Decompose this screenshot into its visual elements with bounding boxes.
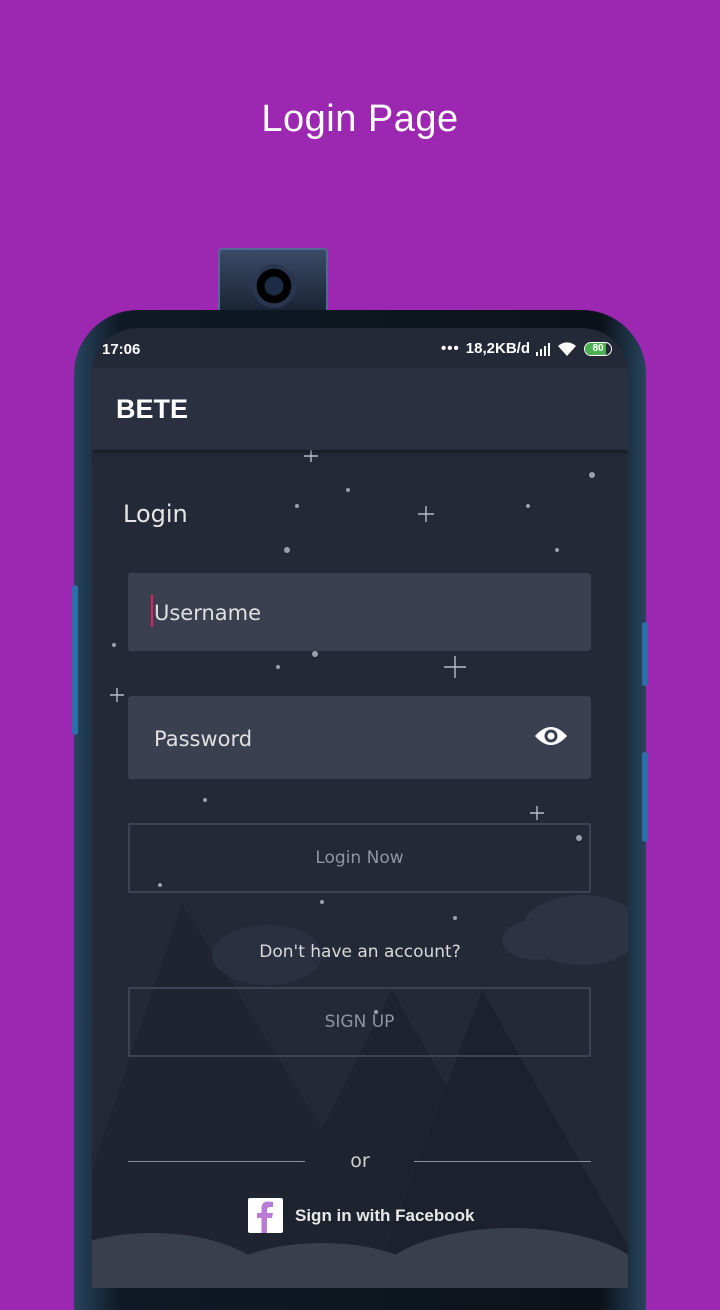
network-speed: 18,2KB/d (465, 340, 530, 357)
eye-icon[interactable] (533, 722, 569, 750)
facebook-signin-label: Sign in with Facebook (295, 1205, 475, 1225)
facebook-signin-button[interactable]: Sign in with Facebook (248, 1198, 474, 1233)
status-indicators: ••• 18,2KB/d 80 (441, 340, 612, 357)
phone-screen: 17:06 ••• 18,2KB/d 80 BETE Login Usernam… (92, 328, 628, 1288)
battery-icon: 80 (584, 341, 612, 356)
username-input[interactable] (152, 573, 516, 653)
page-heading: Login Page (261, 98, 459, 140)
sign-up-button[interactable]: SIGN UP (128, 987, 591, 1057)
phone-power-button (642, 752, 648, 842)
popup-camera (218, 248, 328, 312)
phone-side-button-left (72, 585, 78, 735)
status-bar: 17:06 ••• 18,2KB/d 80 (92, 328, 628, 368)
password-field[interactable] (128, 696, 591, 781)
app-bar: BETE (92, 368, 628, 450)
divider-right (414, 1161, 591, 1162)
app-title: BETE (116, 394, 189, 424)
facebook-icon (248, 1198, 283, 1233)
camera-lens (252, 264, 296, 308)
phone-volume-button (642, 622, 648, 686)
status-time: 17:06 (102, 341, 141, 358)
more-dots-icon: ••• (441, 340, 460, 357)
login-section-title: Login (123, 500, 188, 528)
password-input[interactable] (152, 696, 516, 781)
cell-signal-icon (536, 342, 550, 356)
wifi-icon (558, 341, 576, 356)
username-field[interactable] (128, 573, 591, 653)
login-now-button[interactable]: Login Now (128, 823, 591, 893)
battery-level: 80 (592, 342, 604, 354)
no-account-text: Don't have an account? (259, 942, 461, 962)
